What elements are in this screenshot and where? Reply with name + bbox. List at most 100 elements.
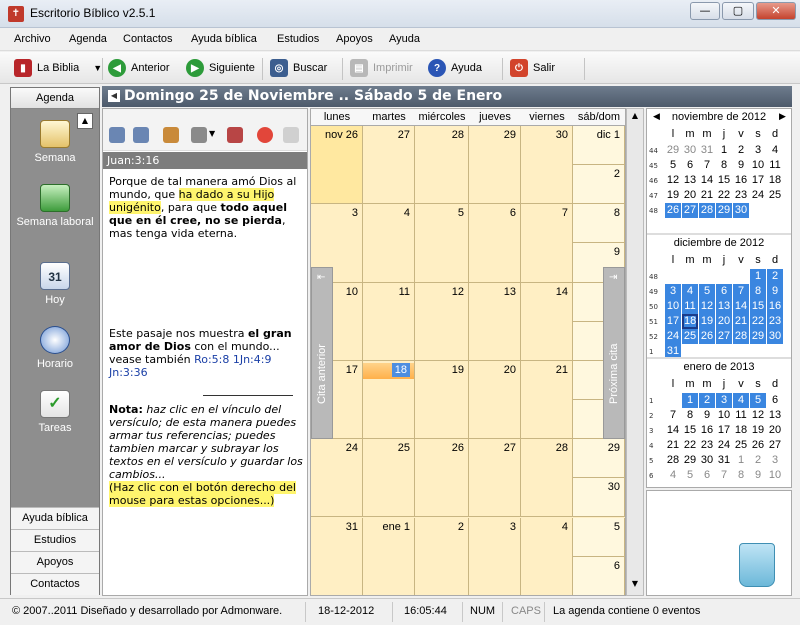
mini-calendar-day[interactable]: 1 <box>682 393 698 408</box>
nav-ayuda-biblica[interactable]: Ayuda bíblica <box>11 507 99 529</box>
mini-calendar-day[interactable]: 20 <box>767 423 783 438</box>
footprint-icon[interactable] <box>283 127 299 143</box>
mini-calendar-day[interactable]: 6 <box>682 158 698 173</box>
mini-calendar-day[interactable]: 1 <box>750 269 766 284</box>
mini-calendar-day[interactable]: 11 <box>767 158 783 173</box>
mini-calendar-day[interactable]: 22 <box>716 188 732 203</box>
mini-calendar-day[interactable]: 18 <box>682 314 698 329</box>
nav-hoy[interactable]: 31 Hoy <box>11 262 99 306</box>
help-button[interactable]: ? Ayuda <box>428 56 482 80</box>
mini-calendar-day[interactable]: 10 <box>665 299 681 314</box>
calendar-weekend-cell[interactable]: dic 1 <box>573 126 625 166</box>
nav-estudios[interactable]: Estudios <box>11 529 99 551</box>
mini-calendar-day[interactable]: 5 <box>665 158 681 173</box>
mini-calendar-day[interactable]: 5 <box>750 393 766 408</box>
mini-calendar-day[interactable]: 18 <box>767 173 783 188</box>
exit-button[interactable]: ⏻ Salir <box>510 56 555 80</box>
agenda-header[interactable]: Agenda <box>11 88 99 109</box>
mini-calendar-day[interactable]: 5 <box>682 468 698 483</box>
mini-calendar-day[interactable]: 25 <box>767 188 783 203</box>
search-button[interactable]: ◎ Buscar <box>270 56 327 80</box>
mini-calendar-day[interactable]: 10 <box>716 408 732 423</box>
mini-calendar-day[interactable]: 5 <box>699 284 715 299</box>
menu-ayuda-biblica[interactable]: Ayuda bíblica <box>191 33 257 45</box>
forward-arrows-icon[interactable] <box>133 127 149 143</box>
calendar-day-cell[interactable]: 30 <box>521 126 573 205</box>
mini-calendar-day[interactable]: 30 <box>682 143 698 158</box>
mini-calendar-day[interactable]: 6 <box>699 468 715 483</box>
calendar-day-cell[interactable]: 20 <box>469 360 521 440</box>
mini-calendar-day[interactable]: 2 <box>750 453 766 468</box>
menu-estudios[interactable]: Estudios <box>277 33 319 45</box>
mini-calendar-day[interactable]: 7 <box>665 408 681 423</box>
bookmark-icon[interactable] <box>163 127 179 143</box>
mini-calendar-day[interactable]: 6 <box>767 393 783 408</box>
magnifier-icon[interactable] <box>227 127 243 143</box>
mini-calendar-day[interactable]: 3 <box>750 143 766 158</box>
mini-calendar-day[interactable]: 9 <box>733 158 749 173</box>
mini-calendar-day[interactable]: 30 <box>699 453 715 468</box>
mini-calendar-day[interactable]: 15 <box>682 423 698 438</box>
mini-calendar-day[interactable]: 4 <box>733 393 749 408</box>
nav-semana[interactable]: Semana <box>11 120 99 164</box>
menu-ayuda[interactable]: Ayuda <box>389 33 420 45</box>
prev-appointment-tab[interactable]: ⇤ Cita anterior <box>311 267 333 439</box>
maximize-button[interactable]: ▢ <box>722 2 754 20</box>
mini-calendar-day[interactable]: 19 <box>665 188 681 203</box>
mini-calendar-day[interactable]: 29 <box>750 329 766 344</box>
recycle-bin-icon[interactable] <box>739 543 775 587</box>
nav-tareas[interactable]: ✓ Tareas <box>11 390 99 434</box>
menu-archivo[interactable]: Archivo <box>14 33 51 45</box>
calendar-day-cell[interactable]: ene 1 <box>363 517 415 595</box>
mini-calendar-day[interactable]: 2 <box>733 143 749 158</box>
mini-calendar-day[interactable]: 14 <box>665 423 681 438</box>
bible-button[interactable]: ▮ La Biblia ▼ <box>14 56 102 80</box>
heart-icon[interactable] <box>257 127 273 143</box>
calendar-day-cell[interactable]: 11 <box>363 282 415 361</box>
calendar-day-cell[interactable]: 29 <box>469 126 521 205</box>
mini-calendar-day[interactable]: 7 <box>716 468 732 483</box>
calendar-day-cell[interactable]: 27 <box>469 439 521 518</box>
mini-calendar-day[interactable]: 13 <box>767 408 783 423</box>
mini-calendar-month-title[interactable]: diciembre de 2012 <box>647 237 791 249</box>
mini-calendar-day[interactable]: 8 <box>716 158 732 173</box>
mini-calendar-day[interactable]: 15 <box>716 173 732 188</box>
mini-calendar-day[interactable]: 29 <box>682 453 698 468</box>
calendar-day-cell[interactable]: 19 <box>415 360 469 440</box>
mini-calendar-day[interactable]: 4 <box>767 143 783 158</box>
mini-calendar-day[interactable]: 1 <box>716 143 732 158</box>
scroll-up-icon[interactable]: ▲ <box>629 111 641 123</box>
mini-calendar-day[interactable]: 26 <box>665 203 681 218</box>
calendar-day-cell[interactable]: 12 <box>415 282 469 361</box>
calendar-day-cell[interactable]: 13 <box>469 282 521 361</box>
calendar-day-cell[interactable]: 7 <box>521 204 573 283</box>
mini-calendar-day[interactable]: 8 <box>750 284 766 299</box>
mini-calendar-day[interactable]: 24 <box>716 438 732 453</box>
mini-calendar-day[interactable]: 1 <box>733 453 749 468</box>
calendar-day-cell[interactable]: 24 <box>311 439 363 518</box>
mini-calendar-day[interactable]: 7 <box>733 284 749 299</box>
mini-calendar-day[interactable]: 18 <box>733 423 749 438</box>
mini-calendar-day[interactable]: 26 <box>750 438 766 453</box>
mini-calendar-day[interactable]: 22 <box>682 438 698 453</box>
mini-calendar-day[interactable]: 22 <box>750 314 766 329</box>
mini-calendar-day[interactable]: 10 <box>750 158 766 173</box>
mini-calendar-day[interactable]: 3 <box>665 284 681 299</box>
mini-calendar-day[interactable]: 29 <box>665 143 681 158</box>
mini-calendar-day[interactable]: 12 <box>665 173 681 188</box>
mini-calendar-day[interactable]: 13 <box>682 173 698 188</box>
menu-contactos[interactable]: Contactos <box>123 33 173 45</box>
mini-calendar-day[interactable]: 17 <box>750 173 766 188</box>
mini-calendar-day[interactable]: 26 <box>699 329 715 344</box>
mini-calendar-day[interactable]: 8 <box>682 408 698 423</box>
mini-calendar-day[interactable]: 30 <box>767 329 783 344</box>
calendar-day-cell[interactable]: 21 <box>521 360 573 440</box>
mini-calendar-day[interactable]: 2 <box>767 269 783 284</box>
mini-calendar-day[interactable]: 21 <box>699 188 715 203</box>
mini-calendar-day[interactable]: 23 <box>699 438 715 453</box>
mini-calendar-day[interactable]: 3 <box>767 453 783 468</box>
mini-calendar-day[interactable]: 19 <box>750 423 766 438</box>
mini-calendar-day[interactable]: 12 <box>699 299 715 314</box>
mini-calendar-day[interactable]: 9 <box>750 468 766 483</box>
calendar-weekend-cell[interactable]: 8 <box>573 204 625 244</box>
